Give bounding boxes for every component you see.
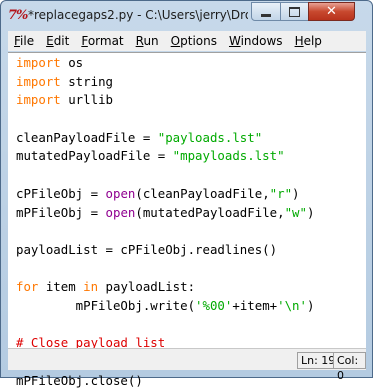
code-line[interactable] [16,166,314,185]
code-token: ) [306,297,315,313]
menu-run[interactable]: Run [130,34,165,48]
code-token: urllib [60,92,113,108]
menu-bar: File Edit Format Run Options Windows Help [8,31,366,51]
keyword-token: for [16,279,39,295]
string-token: "r" [269,185,293,201]
menu-label-rest: ile [20,34,35,48]
builtin-token: open [105,204,136,220]
menu-file[interactable]: File [8,34,40,48]
menu-windows[interactable]: Windows [223,34,289,48]
code-line[interactable]: import string [16,73,314,92]
code-token: ) [306,204,315,220]
code-line[interactable] [16,222,314,241]
menu-accelerator: E [46,34,54,48]
code-token: payloadList = cPFileObj.readlines() [16,241,278,257]
code-token: mPFileObj = [16,204,106,220]
menu-label-rest: indows [240,34,283,48]
idle-window: 7% *replacegaps2.py - C:\Users\jerry\Dro… [0,0,373,388]
menu-accelerator: H [294,34,304,48]
menu-label-rest: elp [303,34,322,48]
menu-help[interactable]: Help [289,34,328,48]
keyword-token: import [16,55,61,70]
maximize-icon [289,6,300,17]
menu-accelerator: O [170,34,181,48]
code-line[interactable]: cleanPayloadFile = "payloads.lst" [16,129,314,148]
code-line[interactable] [16,260,314,279]
menu-accelerator: W [228,34,241,48]
string-token: "mpayloads.lst" [172,148,285,164]
close-button[interactable]: ✕ [308,2,355,21]
window-title: *replacegaps2.py - C:\Users\jerry\Dropbo… [28,8,248,22]
menu-edit[interactable]: Edit [40,34,75,48]
code-token: (mutatedPayloadFile, [135,204,285,220]
code-token: cPFileObj = [16,185,106,201]
code-line[interactable]: mPFileObj.write('%00'+item+'\n') [16,297,315,316]
maximize-button[interactable] [280,2,309,21]
builtin-token: open [105,185,136,201]
code-token: mPFileObj.close() [16,372,143,388]
close-icon: ✕ [326,4,337,19]
string-token: '\n' [277,297,307,313]
code-line[interactable] [16,110,314,129]
code-line[interactable]: mutatedPayloadFile = "mpayloads.lst" [16,147,314,166]
code-line[interactable]: mPFileObj = open(mutatedPayloadFile,"w") [16,204,314,223]
code-token: os [60,55,84,70]
keyword-token: import [16,73,61,89]
minimize-icon [261,13,271,17]
code-token: payloadList: [98,279,196,295]
code-token: item [38,279,84,295]
string-token: "w" [284,204,307,220]
menu-options[interactable]: Options [165,34,223,48]
string-token: "payloads.lst" [157,129,263,145]
menu-label-rest: dit [53,34,70,48]
title-bar[interactable]: 7% *replacegaps2.py - C:\Users\jerry\Dro… [1,1,372,31]
code-editor[interactable]: import os import string import urllib clea… [8,52,366,388]
menu-format[interactable]: Format [75,34,129,48]
code-line[interactable]: mPFileObj.close() [16,372,314,390]
python-idle-icon[interactable]: 7% [8,8,28,24]
code-token: cleanPayloadFile = [16,129,158,145]
code-line[interactable]: import os [16,54,314,73]
keyword-token: import [16,92,61,108]
keyword-token: in [83,279,99,295]
code-line[interactable]: for item in payloadList: [16,278,314,297]
code-token: (cleanPayloadFile, [135,185,270,201]
menu-label-rest: un [143,34,159,48]
code-line[interactable]: payloadList = cPFileObj.readlines() [16,241,314,260]
code-text[interactable]: import os import string import urllib clea… [16,54,314,390]
code-line[interactable]: import urllib [16,91,314,110]
code-line[interactable]: cPFileObj = open(cleanPayloadFile,"r") [16,185,314,204]
menu-label-rest: ormat [87,34,124,48]
code-token: ) [292,185,300,201]
status-bar: Ln: 19 Col: 0 [8,348,366,382]
string-token: '%00' [195,297,233,313]
menu-label-rest: ptions [180,34,217,48]
column-number-status: Col: 0 [333,352,366,382]
code-token: string [60,73,113,89]
code-token: mPFileObj.write( [16,297,196,313]
minimize-button[interactable] [251,2,281,21]
code-token: mutatedPayloadFile = [16,148,173,164]
code-line[interactable] [16,316,314,335]
code-token: +item+ [232,297,278,313]
